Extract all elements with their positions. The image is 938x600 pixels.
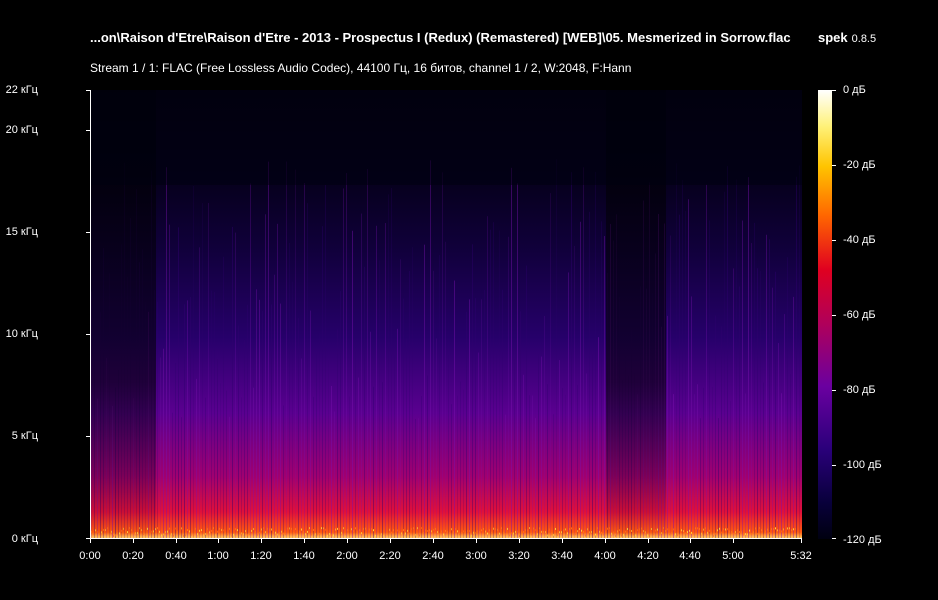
colorbar-tick xyxy=(832,165,836,166)
spectrogram-image xyxy=(91,90,802,538)
x-label: 1:40 xyxy=(293,550,315,562)
file-title: ...on\Raison d'Etre\Raison d'Etre - 2013… xyxy=(90,30,791,45)
x-tick xyxy=(218,539,219,543)
x-tick xyxy=(733,539,734,543)
y-label: 22 кГц xyxy=(5,84,38,96)
colorbar-tick xyxy=(832,315,836,316)
stream-info: Stream 1 / 1: FLAC (Free Lossless Audio … xyxy=(90,61,632,75)
colorbar-label: -120 дБ xyxy=(843,534,882,546)
x-tick xyxy=(90,539,91,543)
colorbar-tick xyxy=(832,240,836,241)
y-label: 0 кГц xyxy=(11,533,38,545)
x-tick xyxy=(648,539,649,543)
colorbar-label: -60 дБ xyxy=(843,309,876,321)
y-tick xyxy=(86,130,90,131)
app-version: 0.8.5 xyxy=(851,33,877,45)
x-label: 3:00 xyxy=(465,550,487,562)
x-tick xyxy=(261,539,262,543)
x-label: 3:20 xyxy=(508,550,530,562)
x-label: 4:40 xyxy=(679,550,701,562)
x-tick xyxy=(176,539,177,543)
x-tick xyxy=(304,539,305,543)
x-label: 3:40 xyxy=(551,550,573,562)
y-label: 20 кГц xyxy=(5,124,38,136)
app-name-label: spek xyxy=(818,30,848,45)
y-tick xyxy=(86,334,90,335)
colorbar xyxy=(818,90,832,539)
x-label: 0:40 xyxy=(165,550,187,562)
x-tick xyxy=(476,539,477,543)
x-tick xyxy=(519,539,520,543)
y-tick xyxy=(86,232,90,233)
y-label: 5 кГц xyxy=(11,430,38,442)
app-name: spek 0.8.5 xyxy=(818,30,876,45)
x-label: 1:00 xyxy=(207,550,229,562)
x-label: 5:00 xyxy=(722,550,744,562)
x-label: 0:20 xyxy=(122,550,144,562)
x-tick xyxy=(433,539,434,543)
spectrogram-canvas[interactable] xyxy=(90,90,802,539)
colorbar-tick xyxy=(832,538,836,539)
x-tick xyxy=(347,539,348,543)
y-tick xyxy=(86,436,90,437)
x-label: 0:00 xyxy=(79,550,101,562)
x-label: 1:20 xyxy=(250,550,272,562)
colorbar-tick xyxy=(832,465,836,466)
colorbar-label: -20 дБ xyxy=(843,159,876,171)
y-label: 15 кГц xyxy=(5,226,38,238)
x-tick xyxy=(390,539,391,543)
x-label: 2:20 xyxy=(379,550,401,562)
x-label: 2:40 xyxy=(422,550,444,562)
colorbar-tick xyxy=(832,90,836,91)
x-tick xyxy=(690,539,691,543)
colorbar-label: -40 дБ xyxy=(843,234,876,246)
x-label: 2:00 xyxy=(336,550,358,562)
x-tick xyxy=(605,539,606,543)
y-label: 10 кГц xyxy=(5,328,38,340)
y-tick xyxy=(86,90,90,91)
colorbar-tick xyxy=(832,390,836,391)
y-axis: 22 кГц 20 кГц 15 кГц 10 кГц 5 кГц 0 кГц xyxy=(0,0,90,600)
x-tick xyxy=(133,539,134,543)
colorbar-label: -100 дБ xyxy=(843,459,882,471)
colorbar-label: -80 дБ xyxy=(843,384,876,396)
colorbar-label: 0 дБ xyxy=(843,84,866,96)
x-tick xyxy=(562,539,563,543)
x-tick xyxy=(801,539,802,543)
x-label: 5:32 xyxy=(790,550,812,562)
x-label: 4:00 xyxy=(594,550,616,562)
x-label: 4:20 xyxy=(637,550,659,562)
